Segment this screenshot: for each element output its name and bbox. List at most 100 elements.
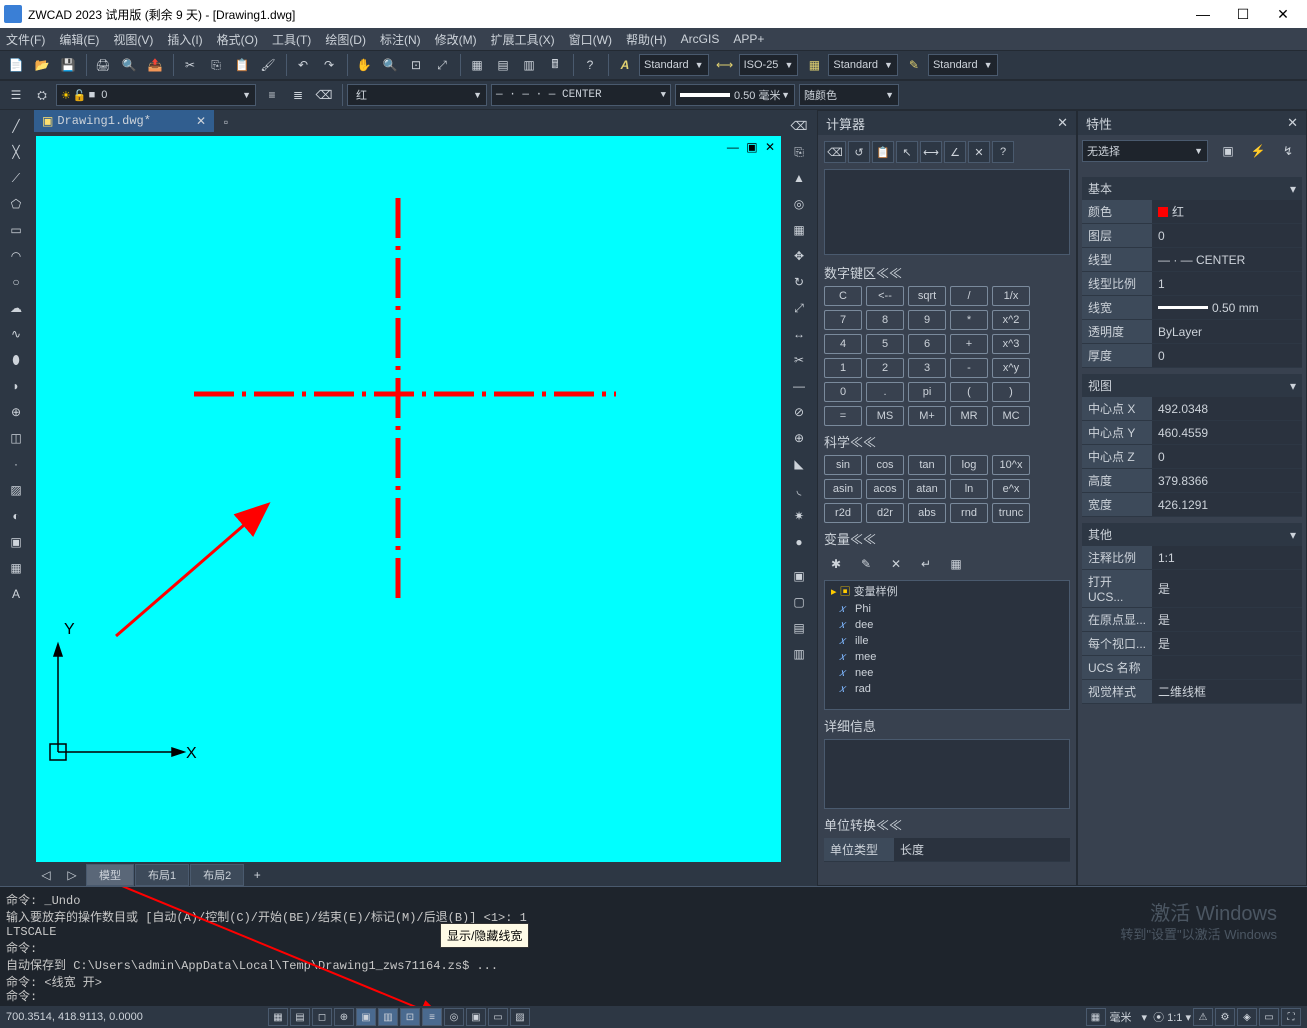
variable-item[interactable]: 𝑥nee (825, 665, 1069, 681)
calc-key[interactable]: 10^x (992, 455, 1030, 475)
property-row[interactable]: 宽度426.1291 (1082, 493, 1302, 517)
menu-item[interactable]: 工具(T) (272, 31, 311, 48)
break-icon[interactable]: ⊘ (787, 400, 811, 424)
group-basic[interactable]: 基本▾ (1082, 177, 1302, 200)
rectangle-icon[interactable]: ▭ (4, 218, 28, 242)
array-icon[interactable]: ▦ (787, 218, 811, 242)
layerstate-icon[interactable]: ⛭ (30, 83, 54, 107)
zoomwin-icon[interactable]: ⊡ (404, 53, 428, 77)
calc-angle-icon[interactable]: ∠ (944, 141, 966, 163)
ellipse-icon[interactable]: ⬮ (4, 348, 28, 372)
unit-type-value[interactable]: 长度 (894, 838, 1070, 861)
explode-icon[interactable]: ✷ (787, 504, 811, 528)
iso-icon[interactable]: ◈ (1237, 1008, 1257, 1026)
clean-icon[interactable]: ▭ (1259, 1008, 1279, 1026)
ortho-toggle[interactable]: ◻ (312, 1008, 332, 1026)
lineweight-combo[interactable]: 0.50 毫米▼ (675, 84, 795, 106)
selection-combo[interactable]: 无选择▼ (1082, 140, 1208, 162)
grid-icon[interactable]: ▦ (1086, 1008, 1106, 1026)
menu-item[interactable]: 窗口(W) (569, 31, 612, 48)
variable-item[interactable]: 𝑥ille (825, 633, 1069, 649)
mirror-icon[interactable]: ▲ (787, 166, 811, 190)
property-row[interactable]: 中心点 X492.0348 (1082, 397, 1302, 421)
stretch-icon[interactable]: ↔ (787, 322, 811, 346)
convert-header[interactable]: 单位转换≪≪ (824, 815, 1070, 834)
property-row[interactable]: 厚度0 (1082, 344, 1302, 368)
offset-icon[interactable]: ◎ (787, 192, 811, 216)
calc-clear-icon[interactable]: ⌫ (824, 141, 846, 163)
variable-item[interactable]: 𝑥mee (825, 649, 1069, 665)
calc-display[interactable] (824, 169, 1070, 255)
maximize-button[interactable]: ☐ (1223, 0, 1263, 28)
calc-key[interactable]: log (950, 455, 988, 475)
variable-item[interactable]: 𝑥rad (825, 681, 1069, 697)
menu-item[interactable]: 文件(F) (6, 31, 45, 48)
var-del-icon[interactable]: ✕ (884, 552, 908, 576)
property-row[interactable]: UCS 名称 (1082, 656, 1302, 680)
layerprev-icon[interactable]: ⌫ (312, 83, 336, 107)
property-row[interactable]: 透明度ByLayer (1082, 320, 1302, 344)
menu-item[interactable]: ArcGIS (681, 32, 720, 46)
command-panel[interactable]: 命令: _Undo输入要放弃的操作数目或 [自动(A)/控制(C)/开始(BE)… (0, 886, 1307, 1006)
calc-key[interactable]: ( (950, 382, 988, 402)
help-icon[interactable]: ? (578, 53, 602, 77)
menu-item[interactable]: 插入(I) (167, 31, 202, 48)
calc-key[interactable]: = (824, 406, 862, 426)
otrack-toggle[interactable]: ▥ (378, 1008, 398, 1026)
calc-key[interactable]: 4 (824, 334, 862, 354)
calc-key[interactable]: <-- (866, 286, 904, 306)
order-front-icon[interactable]: ▣ (787, 564, 811, 588)
fillet-icon[interactable]: ◟ (787, 478, 811, 502)
open-icon[interactable]: 📂 (30, 53, 54, 77)
calc-key[interactable]: M+ (908, 406, 946, 426)
calc-key[interactable]: asin (824, 479, 862, 499)
annomon-icon[interactable]: ⚠ (1193, 1008, 1213, 1026)
order-back-icon[interactable]: ▢ (787, 590, 811, 614)
tablestyle-combo[interactable]: Standard▼ (828, 54, 898, 76)
calc-key[interactable]: atan (908, 479, 946, 499)
publish-icon[interactable]: 📤 (143, 53, 167, 77)
calc-help-icon[interactable]: ? (992, 141, 1014, 163)
mleader-icon[interactable]: ✎ (902, 53, 926, 77)
calc-key[interactable]: MC (992, 406, 1030, 426)
var-edit-icon[interactable]: ✎ (854, 552, 878, 576)
circle-icon[interactable]: ○ (4, 270, 28, 294)
tablestyle-icon[interactable]: ▦ (802, 53, 826, 77)
calc-key[interactable]: MS (866, 406, 904, 426)
property-row[interactable]: 在原点显...是 (1082, 608, 1302, 632)
props-close-icon[interactable]: ✕ (1287, 115, 1298, 131)
var-calc-icon[interactable]: ▦ (944, 552, 968, 576)
scale-icon[interactable]: ⤢ (787, 296, 811, 320)
insert-icon[interactable]: ⊕ (4, 400, 28, 424)
calc-key[interactable]: 6 (908, 334, 946, 354)
calc-key[interactable]: 0 (824, 382, 862, 402)
grid-toggle[interactable]: ▤ (290, 1008, 310, 1026)
file-tab-close-icon[interactable]: ✕ (196, 114, 206, 129)
move-icon[interactable]: ✥ (787, 244, 811, 268)
sci-header[interactable]: 科学≪≪ (824, 432, 1070, 451)
lwt-toggle[interactable]: ≡ (422, 1008, 442, 1026)
zoom-icon[interactable]: 🔍 (378, 53, 402, 77)
property-row[interactable]: 线宽0.50 mm (1082, 296, 1302, 320)
calc-key[interactable]: C (824, 286, 862, 306)
quicksel-icon[interactable]: ⚡ (1246, 139, 1270, 163)
matchprop-icon[interactable]: 🖌 (256, 53, 280, 77)
calc-key[interactable]: 1 (824, 358, 862, 378)
new-tab-icon[interactable]: ▫ (214, 110, 238, 134)
calc-key[interactable]: pi (908, 382, 946, 402)
calc-key[interactable]: MR (950, 406, 988, 426)
calc-key[interactable]: e^x (992, 479, 1030, 499)
property-row[interactable]: 注释比例1:1 (1082, 546, 1302, 570)
dyn-toggle[interactable]: ⊡ (400, 1008, 420, 1026)
calc-int-icon[interactable]: ✕ (968, 141, 990, 163)
menu-item[interactable]: 修改(M) (435, 31, 477, 48)
redo-icon[interactable]: ↷ (317, 53, 341, 77)
calc-key[interactable]: x^2 (992, 310, 1030, 330)
arc-icon[interactable]: ◠ (4, 244, 28, 268)
var-new-icon[interactable]: ✱ (824, 552, 848, 576)
calc-key[interactable]: - (950, 358, 988, 378)
cut-icon[interactable]: ✂ (178, 53, 202, 77)
calc-key[interactable]: 2 (866, 358, 904, 378)
calc-key[interactable]: acos (866, 479, 904, 499)
close-button[interactable]: ✕ (1263, 0, 1303, 28)
